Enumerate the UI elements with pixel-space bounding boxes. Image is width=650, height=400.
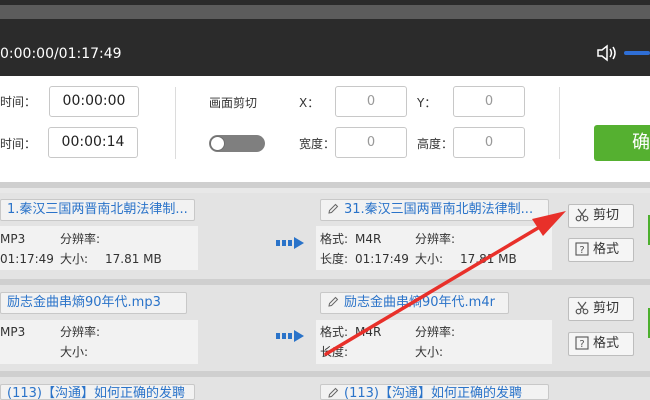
divider <box>175 87 176 159</box>
help-icon: ? <box>575 241 589 256</box>
help-icon: ? <box>575 335 589 350</box>
cut-button[interactable]: 剪切 <box>568 204 634 228</box>
format-label: 格式: <box>320 232 349 246</box>
end-time-input[interactable]: 00:00:14 <box>48 127 138 158</box>
width-label: 宽度： <box>299 137 336 151</box>
start-time-input[interactable]: 00:00:00 <box>49 86 139 117</box>
y-label: Y： <box>417 96 437 110</box>
size-label: 大小: <box>415 345 444 359</box>
end-time-label: 时间： <box>0 137 37 151</box>
resolution-label: 分辨率: <box>60 325 101 339</box>
resolution-label: 分辨率: <box>60 232 101 246</box>
output-size: 17.81 MB <box>460 252 517 266</box>
resolution-label: 分辨率: <box>415 232 456 246</box>
divider <box>559 87 560 159</box>
confirm-button[interactable]: 确 <box>594 125 650 161</box>
output-file-name[interactable]: 31.秦汉三国两晋南北朝法律制... <box>320 199 549 221</box>
toggle-knob <box>210 136 225 151</box>
height-input[interactable]: 0 <box>453 127 525 158</box>
format-label: 格式: <box>320 325 349 339</box>
volume-slider[interactable] <box>624 51 650 55</box>
width-input[interactable]: 0 <box>335 127 407 158</box>
volume-icon[interactable] <box>596 43 618 63</box>
size-label: 大小: <box>60 345 89 359</box>
output-file-name-text: (113)【沟通】如何正确的发聘 <box>344 386 522 400</box>
output-file-name[interactable]: 励志金曲串熵90年代.m4r <box>320 292 509 314</box>
pencil-icon[interactable] <box>327 296 339 308</box>
output-file-name-text: 励志金曲串熵90年代.m4r <box>344 295 495 310</box>
output-file-name[interactable]: (113)【沟通】如何正确的发聘 <box>320 384 549 400</box>
scissors-icon <box>575 301 589 314</box>
crop-label: 画面剪切 <box>209 96 258 110</box>
pencil-icon[interactable] <box>327 387 339 399</box>
x-label: X： <box>299 96 320 110</box>
format-button[interactable]: ? 格式 <box>568 332 634 356</box>
source-file-name[interactable]: 1.秦汉三国两晋南北朝法律制... <box>0 199 195 221</box>
cut-button-label: 剪切 <box>593 301 620 316</box>
size-label: 大小: <box>415 252 444 266</box>
progress-track[interactable] <box>0 5 650 19</box>
duration-label: 长度: <box>320 252 349 266</box>
cut-button[interactable]: 剪切 <box>568 297 634 321</box>
crop-toggle[interactable] <box>209 135 265 152</box>
output-format: M4R <box>355 325 382 339</box>
svg-text:?: ? <box>579 245 584 256</box>
source-format: MP3 <box>0 325 26 339</box>
time-display: 0:00:00/01:17:49 <box>0 46 122 62</box>
pencil-icon[interactable] <box>327 203 339 215</box>
y-input[interactable]: 0 <box>453 86 525 117</box>
media-player: 0:00:00/01:17:49 <box>0 0 650 76</box>
output-file-name-text: 31.秦汉三国两晋南北朝法律制... <box>344 202 534 217</box>
scissors-icon <box>575 208 589 221</box>
height-label: 高度： <box>417 137 454 151</box>
format-button-label: 格式 <box>593 242 620 257</box>
start-time-label: 时间： <box>0 95 37 109</box>
x-input[interactable]: 0 <box>335 86 407 117</box>
convert-arrow-icon <box>276 237 304 249</box>
output-format: M4R <box>355 232 382 246</box>
output-duration: 01:17:49 <box>355 252 409 266</box>
svg-text:?: ? <box>579 339 584 350</box>
format-button-label: 格式 <box>593 336 620 351</box>
size-label: 大小: <box>60 252 89 266</box>
source-size: 17.81 MB <box>105 252 162 266</box>
resolution-label: 分辨率: <box>415 325 456 339</box>
convert-arrow-icon <box>276 330 304 342</box>
cut-button-label: 剪切 <box>593 208 620 223</box>
duration-label: 长度: <box>320 345 349 359</box>
source-format: MP3 <box>0 232 26 246</box>
format-button[interactable]: ? 格式 <box>568 238 634 262</box>
source-file-name[interactable]: (113)【沟通】如何正确的发聘 <box>0 384 195 400</box>
source-duration: 01:17:49 <box>0 252 54 266</box>
source-file-name[interactable]: 励志金曲串熵90年代.mp3 <box>0 292 187 314</box>
